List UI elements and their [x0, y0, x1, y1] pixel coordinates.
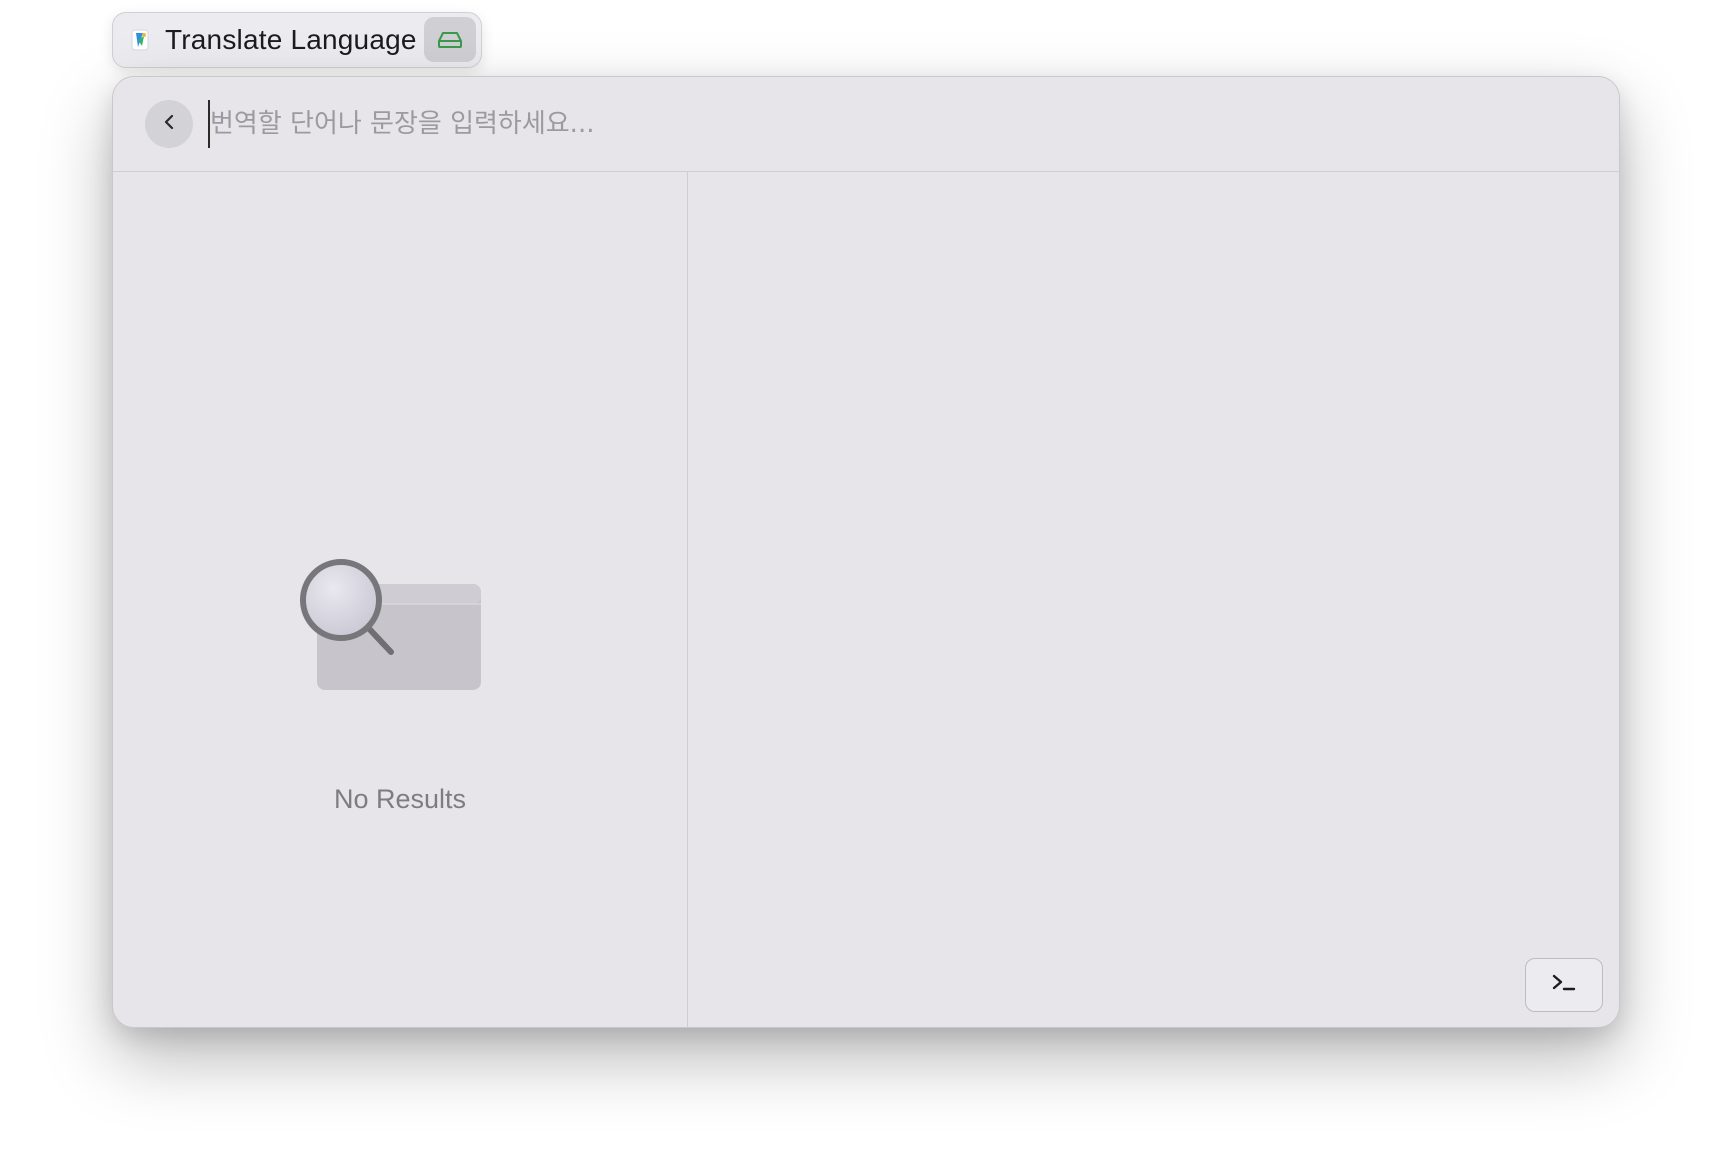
terminal-button[interactable]	[1525, 958, 1603, 1012]
translate-app-icon	[129, 28, 153, 52]
translate-window: No Results	[112, 76, 1620, 1028]
screen: Translate Language 번역할 단어나 문장을 입력하세요... …	[0, 0, 1724, 1172]
back-button[interactable]	[145, 100, 193, 148]
results-list-pane: No Results	[113, 172, 688, 1027]
terminal-prompt-icon	[1551, 973, 1577, 998]
search-bar	[113, 77, 1619, 172]
search-input[interactable]	[208, 100, 1510, 148]
command-title-pill: Translate Language	[112, 12, 482, 68]
detail-pane	[688, 172, 1619, 1027]
command-title: Translate Language	[165, 24, 417, 55]
storage-drive-icon[interactable]	[424, 17, 476, 62]
chevron-left-icon	[162, 113, 176, 136]
magnifier-empty-icon	[297, 554, 487, 694]
no-results-label: No Results	[333, 784, 467, 814]
